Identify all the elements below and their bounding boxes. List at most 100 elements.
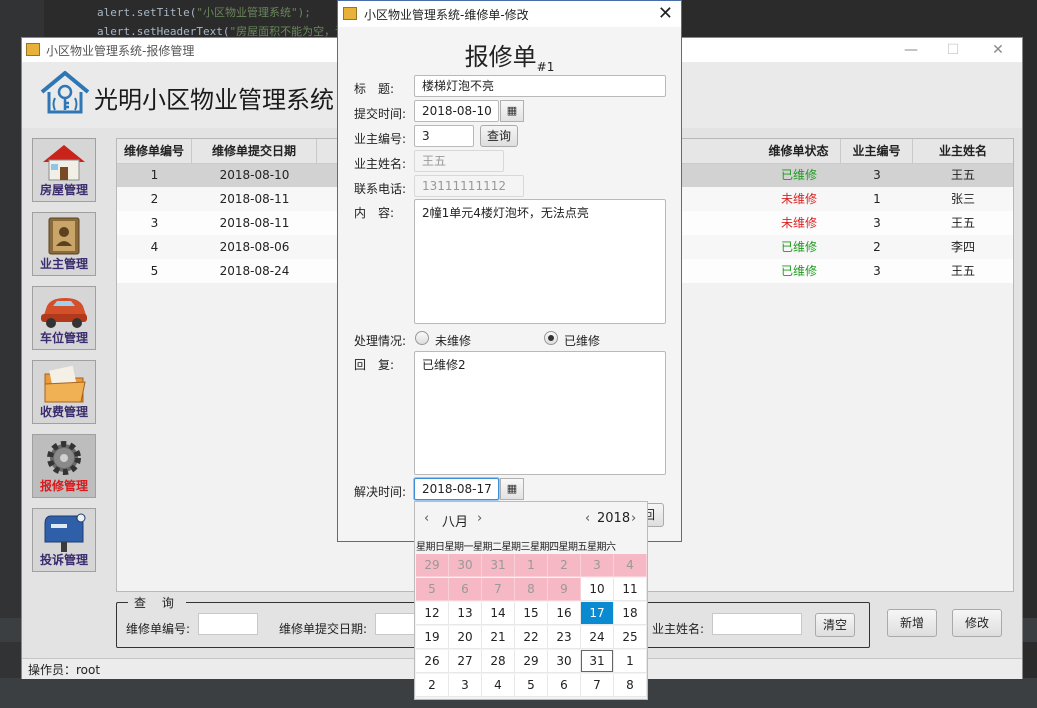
owner-id-field[interactable]: 3 — [414, 125, 474, 147]
cell-id: 1 — [150, 168, 159, 182]
query-date-input[interactable] — [375, 613, 415, 635]
content-textarea[interactable]: 2幢1单元4楼灯泡坏，无法点亮 — [414, 199, 666, 324]
clear-button[interactable]: 清空 — [815, 613, 855, 637]
calendar-day-cell[interactable]: 30 — [548, 650, 581, 673]
nav-complaint-button[interactable]: 投诉管理 — [32, 508, 96, 572]
calendar-day-cell[interactable]: 31 — [581, 650, 614, 673]
calendar-day-cell[interactable]: 11 — [614, 578, 647, 601]
calendar-day-cell[interactable]: 7 — [581, 674, 614, 697]
calendar-day-cell[interactable]: 22 — [515, 626, 548, 649]
cell-date: 2018-08-24 — [219, 264, 290, 278]
calendar-day-cell[interactable]: 25 — [614, 626, 647, 649]
calendar-day-cell[interactable]: 8 — [614, 674, 647, 697]
add-button[interactable]: 新增 — [887, 609, 937, 637]
gear-icon — [47, 441, 81, 475]
calendar-day-cell[interactable]: 13 — [449, 602, 482, 625]
code-line: alert.setHeaderText("房屋面积不能为空，请 — [97, 25, 347, 38]
nav-label: 报修管理 — [39, 479, 88, 493]
radio-unrepaired[interactable] — [415, 331, 429, 345]
address-book-icon — [48, 217, 80, 255]
calendar-day-cell[interactable]: 21 — [482, 626, 515, 649]
calendar-day-cell[interactable]: 27 — [449, 650, 482, 673]
column-header-owner-name[interactable]: 业主姓名 — [913, 139, 1013, 163]
column-header-owner-id[interactable]: 业主编号 — [841, 139, 913, 163]
cell-status: 未维修 — [780, 192, 817, 206]
calendar-day-cell[interactable]: 26 — [416, 650, 449, 673]
query-name-input[interactable] — [712, 613, 802, 635]
column-header-id[interactable]: 维修单编号 — [117, 139, 192, 163]
phone-label: 联系电话: — [354, 182, 407, 196]
calendar-day-cell[interactable]: 23 — [548, 626, 581, 649]
calendar-day-cell: 1 — [515, 554, 548, 577]
calendar-day-cell[interactable]: 19 — [416, 626, 449, 649]
radio-repaired[interactable] — [544, 331, 558, 345]
cell-date: 2018-08-06 — [219, 240, 290, 254]
calendar-icon[interactable]: ▦ — [500, 478, 524, 500]
handling-label: 处理情况: — [354, 334, 407, 348]
calendar-day-cell[interactable]: 15 — [515, 602, 548, 625]
maximize-button[interactable]: ☐ — [940, 40, 966, 60]
nav-repair-button[interactable]: 报修管理 — [32, 434, 96, 498]
calendar-day-cell[interactable]: 4 — [482, 674, 515, 697]
cell-owner-name: 王五 — [950, 264, 975, 278]
cell-owner-id: 3 — [873, 216, 881, 230]
dialog-close-button[interactable]: ✕ — [658, 3, 673, 24]
calendar-header: ‹ 八月 › ‹ 2018 › — [415, 502, 647, 536]
nav-parking-button[interactable]: 车位管理 — [32, 286, 96, 350]
nav-owner-button[interactable]: 业主管理 — [32, 212, 96, 276]
resolve-time-field[interactable]: 2018-08-17 — [414, 478, 499, 500]
calendar-day-cell[interactable]: 17 — [581, 602, 614, 625]
operator-label: 操作员：root — [28, 663, 101, 677]
calendar-day-cell[interactable]: 6 — [548, 674, 581, 697]
calendar-day-cell[interactable]: 2 — [416, 674, 449, 697]
query-id-input[interactable] — [198, 613, 258, 635]
nav-billing-button[interactable]: 收费管理 — [32, 360, 96, 424]
next-month-icon[interactable]: › — [477, 511, 482, 526]
weekday-header: 星期日星期一星期二星期三星期四星期五星期六 — [416, 542, 616, 552]
cell-status: 已维修 — [780, 240, 817, 254]
radio-repaired-label: 已维修 — [564, 334, 601, 348]
prev-year-icon[interactable]: ‹ — [585, 511, 590, 526]
calendar-day-cell[interactable]: 29 — [515, 650, 548, 673]
calendar-day-cell[interactable]: 24 — [581, 626, 614, 649]
calendar-day-cell[interactable]: 18 — [614, 602, 647, 625]
calendar-day-cell[interactable]: 10 — [581, 578, 614, 601]
next-year-icon[interactable]: › — [631, 511, 636, 526]
calendar-day-cell[interactable]: 20 — [449, 626, 482, 649]
owner-query-button[interactable]: 查询 — [480, 125, 518, 147]
calendar-day-cell[interactable]: 3 — [449, 674, 482, 697]
close-button[interactable]: ✕ — [985, 40, 1011, 60]
prev-month-icon[interactable]: ‹ — [424, 511, 429, 526]
title-field[interactable]: 楼梯灯泡不亮 — [414, 75, 666, 97]
dialog-heading: 报修单#1 — [464, 43, 555, 74]
reply-textarea[interactable]: 已维修2 — [414, 351, 666, 475]
column-header-status[interactable]: 维修单状态 — [757, 139, 841, 163]
cell-owner-name: 李四 — [950, 240, 975, 254]
app-window-icon — [343, 7, 357, 20]
query-name-label: 业主姓名: — [652, 622, 705, 636]
cell-id: 5 — [150, 264, 159, 278]
minimize-button[interactable]: — — [898, 40, 924, 60]
calendar-day-cell[interactable]: 12 — [416, 602, 449, 625]
nav-label: 投诉管理 — [39, 553, 88, 567]
query-date-label: 维修单提交日期: — [279, 622, 368, 636]
calendar-day-cell: 30 — [449, 554, 482, 577]
column-header-date[interactable]: 维修单提交日期 — [192, 139, 317, 163]
nav-house-button[interactable]: 房屋管理 — [32, 138, 96, 202]
calendar-day-cell[interactable]: 28 — [482, 650, 515, 673]
edit-button[interactable]: 修改 — [952, 609, 1002, 637]
folder-icon — [44, 365, 86, 403]
calendar-day-cell[interactable]: 14 — [482, 602, 515, 625]
calendar-day-cell[interactable]: 5 — [515, 674, 548, 697]
cell-status: 已维修 — [780, 168, 817, 182]
phone-field: 13111111112 — [414, 175, 524, 197]
calendar-day-cell[interactable]: 16 — [548, 602, 581, 625]
cell-date: 2018-08-10 — [219, 168, 290, 182]
main-window-title: 小区物业管理系统-报修管理 — [46, 44, 195, 58]
nav-label: 收费管理 — [39, 405, 88, 419]
app-window-icon — [26, 43, 40, 56]
title-label: 标 题: — [354, 82, 395, 96]
calendar-day-cell[interactable]: 1 — [614, 650, 647, 673]
submit-time-field[interactable]: 2018-08-10 — [414, 100, 499, 122]
calendar-icon[interactable]: ▦ — [500, 100, 524, 122]
